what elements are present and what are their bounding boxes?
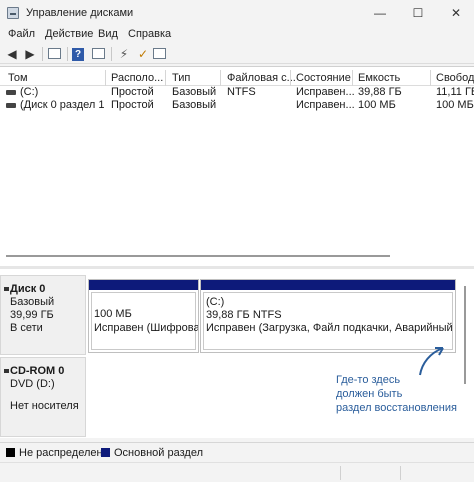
- volume-type: Базовый: [172, 86, 217, 98]
- legend-primary: Основной раздел: [114, 447, 203, 459]
- volume-status: Исправен...: [296, 86, 355, 98]
- partition-type-bar: [89, 280, 198, 290]
- disk-name: Диск 0: [10, 283, 46, 295]
- legend: Не распределена Основной раздел: [0, 442, 474, 462]
- primary-partition-swatch: [101, 448, 110, 457]
- column-divider[interactable]: [290, 70, 291, 86]
- partition-drive-letter: (C:): [206, 296, 225, 308]
- cdrom-icon: [4, 369, 9, 373]
- toolbar: ◀ ▶ ? ⚡ ✓: [0, 44, 474, 64]
- column-divider[interactable]: [352, 70, 353, 86]
- vertical-scrollbar[interactable]: [464, 286, 466, 384]
- partition-type-bar: [201, 280, 455, 290]
- toolbar-divider: [42, 47, 43, 61]
- annotation-line: раздел восстановления: [336, 402, 457, 414]
- disk-management-icon: [7, 7, 19, 19]
- column-header-capacity[interactable]: Емкость: [358, 72, 400, 84]
- disk-type: Базовый: [10, 296, 55, 308]
- column-divider[interactable]: [165, 70, 166, 86]
- menu-help[interactable]: Справка: [128, 28, 171, 40]
- column-divider[interactable]: [430, 70, 431, 86]
- legend-unallocated: Не распределена: [19, 447, 109, 459]
- disk-state: Нет носителя: [10, 400, 79, 412]
- annotation-line: должен быть: [336, 388, 403, 400]
- title-bar: Управление дисками — ☐ ✕: [0, 0, 474, 26]
- column-header-free[interactable]: Свобод...: [436, 72, 474, 84]
- volume-type: Базовый: [172, 99, 217, 111]
- menu-file[interactable]: Файл: [8, 28, 35, 40]
- annotation-arrow-icon: [419, 347, 444, 376]
- partition-c[interactable]: (C:) 39,88 ГБ NTFS Исправен (Загрузка, Ф…: [200, 279, 456, 353]
- disk-size: 39,99 ГБ: [10, 309, 54, 321]
- unallocated-swatch: [6, 448, 15, 457]
- column-divider[interactable]: [220, 70, 221, 86]
- volume-name: (Диск 0 раздел 1): [20, 99, 104, 111]
- volume-capacity: 100 МБ: [358, 99, 396, 111]
- forward-arrow-icon[interactable]: ▶: [22, 46, 38, 62]
- annotation-text: Где-то здесь должен быть раздел восстано…: [336, 373, 457, 415]
- close-button[interactable]: ✕: [446, 4, 466, 22]
- drive-icon: [6, 103, 16, 108]
- annotation-line: Где-то здесь: [336, 374, 401, 386]
- status-bar: [0, 462, 474, 482]
- column-header-type[interactable]: Тип: [172, 72, 190, 84]
- toolbar-divider: [111, 47, 112, 61]
- status-divider: [340, 466, 341, 480]
- check-icon[interactable]: ✓: [135, 46, 151, 62]
- volume-free: 100 МБ: [436, 99, 474, 111]
- disk-type: DVD (D:): [10, 378, 55, 390]
- menu-view[interactable]: Вид: [98, 28, 118, 40]
- minimize-button[interactable]: —: [370, 4, 390, 22]
- menu-action[interactable]: Действие: [45, 28, 93, 40]
- volume-capacity: 39,88 ГБ: [358, 86, 402, 98]
- list-icon[interactable]: [153, 48, 166, 59]
- window-title: Управление дисками: [26, 7, 134, 19]
- volume-name: (C:): [20, 86, 39, 98]
- horizontal-scrollbar[interactable]: [6, 255, 390, 257]
- drive-icon: [6, 90, 16, 95]
- disk-icon: [4, 287, 9, 291]
- status-divider: [400, 466, 401, 480]
- connect-icon[interactable]: ⚡: [116, 46, 132, 62]
- disk-state: В сети: [10, 322, 43, 334]
- partition-efi[interactable]: 100 МБ Исправен (Шифрованный: [88, 279, 199, 353]
- menu-bar: Файл Действие Вид Справка: [0, 26, 474, 44]
- properties-icon[interactable]: [92, 48, 105, 59]
- grid-view-icon[interactable]: [48, 48, 61, 59]
- partition-status: Исправен (Шифрованный: [94, 322, 198, 334]
- volume-list: Том Располо... Тип Файловая с... Состоян…: [0, 66, 474, 266]
- partition-status: Исправен (Загрузка, Файл подкачки, Авари…: [206, 322, 454, 334]
- maximize-button[interactable]: ☐: [408, 4, 428, 22]
- table-row[interactable]: (C:) Простой Базовый NTFS Исправен... 39…: [0, 86, 474, 100]
- partition-frame: [203, 292, 453, 350]
- volume-filesystem: NTFS: [227, 86, 256, 98]
- volume-layout: Простой: [111, 99, 154, 111]
- disk-0-label[interactable]: Диск 0 Базовый 39,99 ГБ В сети: [0, 275, 86, 355]
- volume-list-header: Том Располо... Тип Файловая с... Состоян…: [0, 69, 474, 86]
- partition-frame: [91, 292, 196, 350]
- column-header-volume[interactable]: Том: [8, 72, 28, 84]
- column-header-status[interactable]: Состояние: [296, 72, 351, 84]
- volume-status: Исправен...: [296, 99, 355, 111]
- column-header-layout[interactable]: Располо...: [111, 72, 163, 84]
- volume-free: 11,11 ГБ: [436, 86, 474, 98]
- toolbar-divider: [67, 47, 68, 61]
- partition-size: 100 МБ: [94, 308, 132, 320]
- table-row[interactable]: (Диск 0 раздел 1) Простой Базовый Исправ…: [0, 99, 474, 113]
- help-icon[interactable]: ?: [72, 48, 84, 61]
- column-header-filesystem[interactable]: Файловая с...: [227, 72, 296, 84]
- column-divider[interactable]: [105, 70, 106, 86]
- disk-name: CD-ROM 0: [10, 365, 65, 377]
- cdrom-0-label[interactable]: CD-ROM 0 DVD (D:) Нет носителя: [0, 357, 86, 437]
- back-arrow-icon[interactable]: ◀: [4, 46, 20, 62]
- partition-size: 39,88 ГБ NTFS: [206, 309, 282, 321]
- volume-layout: Простой: [111, 86, 154, 98]
